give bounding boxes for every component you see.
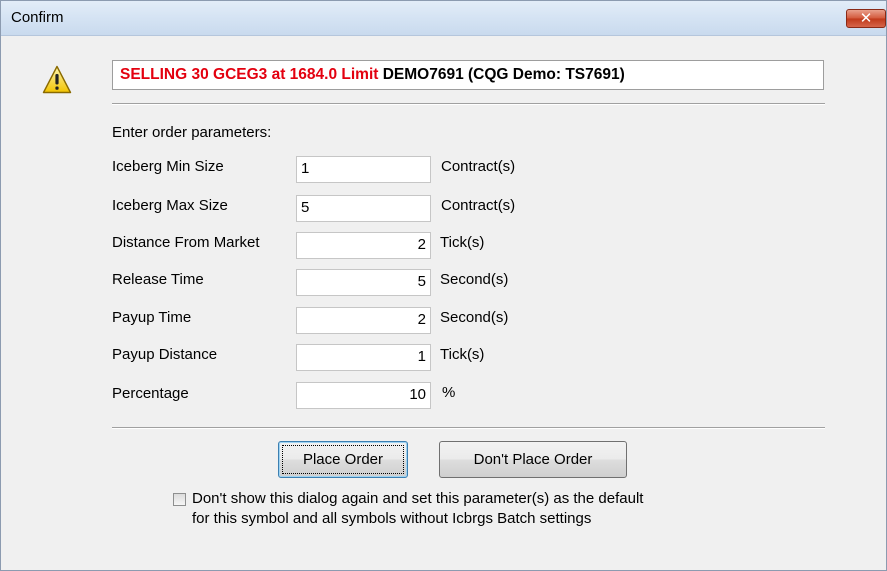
order-account: DEMO7691 (CQG Demo: TS7691) [382,66,625,83]
field-label-payup-distance: Payup Distance [112,346,218,363]
iceberg-min-size-input[interactable]: 1 [296,156,431,183]
title-bar[interactable]: Confirm ✕ [1,1,886,36]
field-unit-iceberg-min-size: Contract(s) [441,158,516,175]
release-time-input[interactable]: 5 [296,269,431,296]
dont-show-again-label[interactable]: Don't show this dialog again and set thi… [192,489,792,529]
place-order-label: Place Order [302,451,384,468]
close-icon: ✕ [859,9,873,27]
confirm-dialog: Confirm ✕ SELLING 30 GCEG3 at 1684.0 Lim… [0,0,887,571]
payup-time-input[interactable]: 2 [296,307,431,334]
payup-distance-input[interactable]: 1 [296,344,431,371]
field-unit-iceberg-max-size: Contract(s) [441,197,516,214]
field-unit-payup-distance: Tick(s) [440,346,485,363]
warning-icon [42,65,72,94]
order-action: SELLING 30 GCEG3 at 1684.0 Limit [120,66,379,83]
divider-top [112,103,825,105]
field-label-release-time: Release Time [112,271,204,288]
field-unit-release-time: Second(s) [440,271,509,288]
field-unit-distance-from-market: Tick(s) [440,234,485,251]
field-label-iceberg-min-size: Iceberg Min Size [112,158,224,175]
percentage-input[interactable]: 10 [296,382,431,409]
field-label-percentage: Percentage [112,385,189,402]
iceberg-max-size-input[interactable]: 5 [296,195,431,222]
checkbox-icon[interactable] [173,493,186,506]
dont-place-order-label: Don't Place Order [473,451,593,468]
order-summary: SELLING 30 GCEG3 at 1684.0 Limit DEMO769… [112,60,824,90]
place-order-button[interactable]: Place Order [278,441,408,478]
field-unit-payup-time: Second(s) [440,309,509,326]
window-title: Confirm [11,9,64,26]
field-label-iceberg-max-size: Iceberg Max Size [112,197,228,214]
dont-place-order-button[interactable]: Don't Place Order [439,441,627,478]
field-unit-percentage: % [442,384,456,401]
divider-bottom [112,427,825,429]
field-label-distance-from-market: Distance From Market [112,234,260,251]
checkbox-text-line2: for this symbol and all symbols without … [192,510,592,527]
checkbox-text-line1: Don't show this dialog again and set thi… [192,490,644,507]
close-button[interactable]: ✕ [846,9,886,28]
form-header: Enter order parameters: [112,124,272,141]
field-label-payup-time: Payup Time [112,309,192,326]
distance-from-market-input[interactable]: 2 [296,232,431,259]
